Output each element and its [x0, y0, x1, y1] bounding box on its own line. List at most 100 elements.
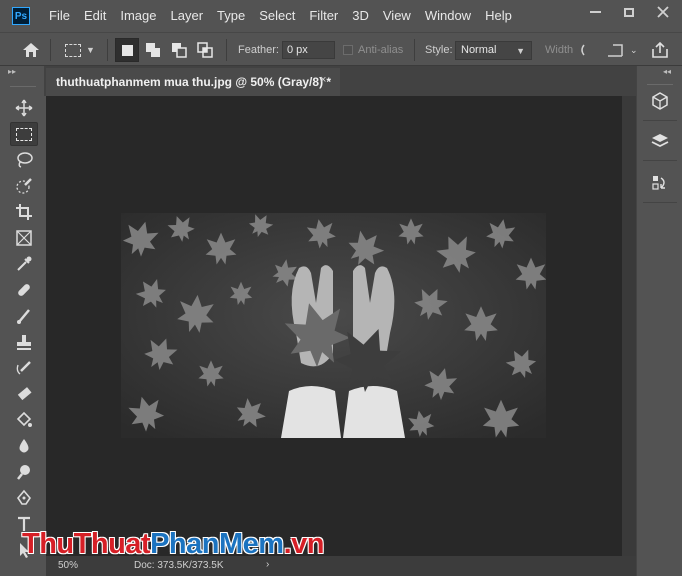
history-brush-tool[interactable] [10, 356, 38, 380]
close-document-icon[interactable]: × [320, 74, 326, 86]
minimize-button[interactable] [578, 0, 612, 24]
menu-type[interactable]: Type [210, 0, 252, 32]
collapse-dock-icon[interactable]: ◂◂ [663, 66, 677, 78]
zoom-level[interactable]: 50% [58, 560, 78, 571]
dock-divider [643, 202, 677, 203]
water-drop-icon [19, 439, 29, 453]
eyedropper-tool[interactable] [10, 252, 38, 276]
panel-dock: ◂◂ [636, 66, 682, 576]
brush-icon [17, 309, 30, 324]
history-brush-icon [16, 361, 31, 375]
3d-icon [652, 92, 668, 110]
share-button[interactable] [651, 33, 669, 67]
menu-file[interactable]: File [42, 0, 77, 32]
menu-bar: Ps File Edit Image Layer Type Select Fil… [0, 0, 682, 32]
3d-panel-button[interactable] [647, 88, 673, 114]
options-bar: ▼ Feather: 0 px Anti-alias Style: Normal… [0, 32, 682, 66]
blur-tool[interactable] [10, 434, 38, 458]
layers-panel-button[interactable] [647, 128, 673, 154]
menu-help[interactable]: Help [478, 0, 519, 32]
crop-icon [16, 204, 32, 220]
document-image [121, 213, 546, 438]
menu-window[interactable]: Window [418, 0, 478, 32]
minimize-icon [589, 11, 601, 13]
collapse-tools-icon[interactable]: ▸▸ [8, 66, 28, 78]
quick-selection-tool[interactable] [10, 174, 38, 198]
pen-icon [16, 489, 32, 505]
lasso-tool[interactable] [10, 148, 38, 172]
home-icon [23, 43, 39, 57]
home-button[interactable] [22, 33, 40, 67]
maximize-icon [624, 7, 634, 17]
menu-view[interactable]: View [376, 0, 418, 32]
swap-dimensions-button[interactable] [578, 33, 588, 67]
crop-tool[interactable] [10, 200, 38, 224]
menu-layer[interactable]: Layer [164, 0, 211, 32]
layers-icon [651, 134, 669, 148]
document-tab-title: thuthuatphanmem mua thu.jpg @ 50% (Gray/… [56, 75, 332, 89]
rectangular-marquee-icon [65, 43, 81, 57]
healing-brush-tool[interactable] [10, 278, 38, 302]
frame-tool[interactable] [10, 226, 38, 250]
pen-tool[interactable] [10, 486, 38, 510]
dock-divider [643, 160, 677, 161]
intersect-selection-icon [197, 42, 213, 58]
history-panel-button[interactable] [647, 170, 673, 196]
autumn-hands-photo [121, 213, 546, 438]
subtract-from-selection-button[interactable] [167, 38, 191, 62]
menu-image[interactable]: Image [113, 0, 163, 32]
add-to-selection-button[interactable] [141, 38, 165, 62]
options-divider [50, 39, 51, 61]
document-size-info: Doc: 373.5K/373.5K [134, 560, 224, 571]
add-selection-icon [146, 43, 160, 57]
tools-grip [10, 86, 36, 87]
dodge-tool[interactable] [10, 460, 38, 484]
intersect-selection-button[interactable] [193, 38, 217, 62]
watermark-part3: .vn [283, 528, 325, 560]
options-divider [107, 39, 108, 61]
feather-input[interactable]: 0 px [282, 41, 335, 59]
options-chevron[interactable]: ⌄ [630, 33, 638, 67]
share-icon [652, 42, 668, 58]
chevron-down-icon: ⌄ [630, 44, 638, 55]
vertical-scrollbar[interactable] [622, 96, 636, 556]
rectangular-marquee-tool[interactable] [10, 122, 38, 146]
watermark-part2: PhanMem [150, 528, 284, 560]
tools-panel: ▸▸ [0, 66, 44, 576]
watermark-logo: ThuThuatPhanMem.vn [22, 528, 324, 561]
move-icon [15, 99, 33, 117]
document-tab[interactable]: thuthuatphanmem mua thu.jpg @ 50% (Gray/… [46, 68, 340, 96]
new-selection-button[interactable] [115, 38, 139, 62]
menu-3d[interactable]: 3D [345, 0, 376, 32]
maximize-button[interactable] [612, 0, 646, 24]
menu-select[interactable]: Select [252, 0, 302, 32]
frame-icon [16, 230, 32, 246]
eraser-tool[interactable] [10, 382, 38, 406]
close-icon [657, 6, 669, 18]
clone-stamp-tool[interactable] [10, 330, 38, 354]
quick-selection-icon [16, 178, 32, 194]
dock-grip [647, 84, 673, 85]
subtract-selection-icon [172, 43, 187, 58]
eraser-icon [17, 387, 32, 401]
stamp-icon [17, 335, 31, 350]
bandage-icon [18, 284, 30, 296]
photoshop-logo-icon[interactable]: Ps [12, 7, 30, 25]
close-window-button[interactable] [646, 0, 680, 24]
width-label: Width [545, 44, 574, 56]
brush-tool[interactable] [10, 304, 38, 328]
anti-alias-checkbox[interactable] [343, 45, 353, 55]
options-divider [226, 39, 227, 61]
select-and-mask-button[interactable] [606, 33, 624, 67]
style-select-value: Normal [461, 44, 497, 56]
chevron-down-icon: ▼ [516, 46, 525, 56]
feather-label: Feather: [238, 44, 279, 56]
paint-bucket-tool[interactable] [10, 408, 38, 432]
eyedropper-icon [17, 256, 32, 271]
move-tool[interactable] [10, 96, 38, 120]
menu-edit[interactable]: Edit [77, 0, 113, 32]
menu-filter[interactable]: Filter [302, 0, 345, 32]
tool-preset-picker[interactable]: ▼ [65, 33, 95, 67]
menu-items: File Edit Image Layer Type Select Filter… [42, 0, 519, 32]
style-select[interactable]: Normal ▼ [455, 41, 532, 60]
